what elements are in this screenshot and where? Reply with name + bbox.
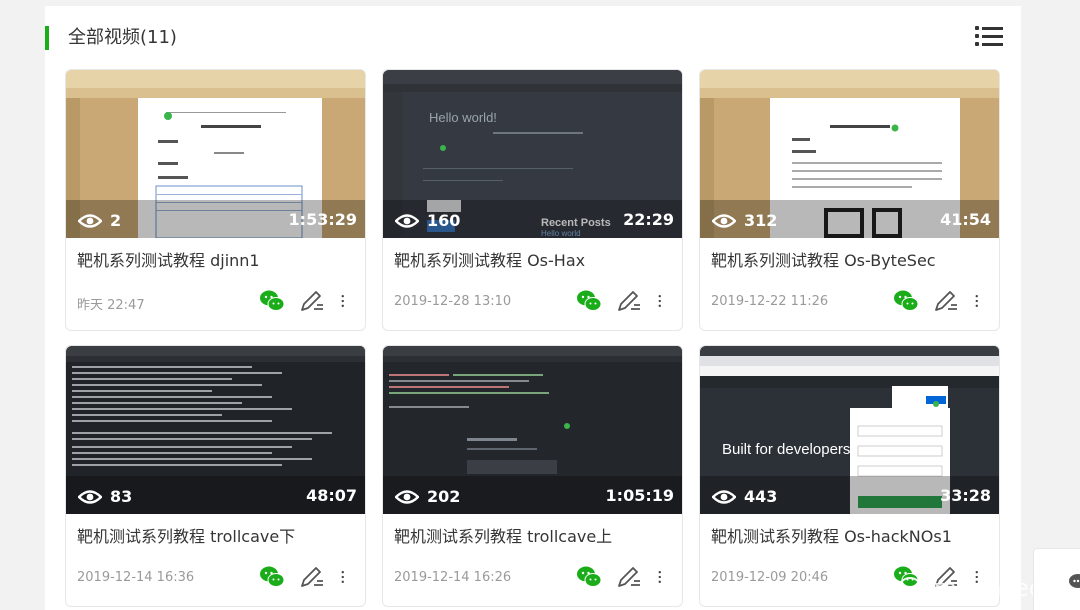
video-duration: 22:29 <box>623 210 674 229</box>
more-icon[interactable] <box>339 564 353 590</box>
eye-icon <box>712 489 736 504</box>
view-count-value: 202 <box>427 487 461 506</box>
video-card[interactable]: Built for developers 443 33:28 靶机测试系列教程 … <box>699 345 1000 607</box>
video-title[interactable]: 靶机系列测试教程 Os-Hax <box>394 247 585 271</box>
wechat-icon[interactable] <box>893 288 919 314</box>
video-title[interactable]: 靶机系列测试教程 Os-ByteSec <box>711 247 936 271</box>
video-title[interactable]: 靶机测试系列教程 trollcave下 <box>77 523 295 547</box>
view-count: 312 <box>712 211 777 230</box>
view-count-value: 83 <box>110 487 133 506</box>
more-icon[interactable] <box>656 564 670 590</box>
card-actions <box>259 288 353 314</box>
view-count: 83 <box>78 487 132 506</box>
view-count-value: 312 <box>744 211 778 230</box>
wechat-icon[interactable] <box>576 288 602 314</box>
video-duration: 41:54 <box>940 210 991 229</box>
thumb-built-text: Built for developers <box>722 441 850 458</box>
video-duration: 1:05:19 <box>605 486 674 505</box>
video-thumbnail[interactable]: Built for developers 443 33:28 <box>700 346 999 514</box>
video-date: 昨天 22:47 <box>77 298 145 313</box>
video-card[interactable]: 202 1:05:19 靶机测试系列教程 trollcave上 2019-12-… <box>382 345 683 607</box>
chat-icon <box>1069 574 1080 588</box>
video-card[interactable]: Hello world! Recent Posts Hello world 16… <box>382 69 683 331</box>
video-date: 2019-12-22 11:26 <box>711 294 829 309</box>
video-thumbnail[interactable]: 83 48:07 <box>66 346 365 514</box>
video-card[interactable]: 83 48:07 靶机测试系列教程 trollcave下 2019-12-14 … <box>65 345 366 607</box>
edit-icon[interactable] <box>933 288 959 314</box>
view-count: 160 <box>395 211 460 230</box>
card-actions <box>576 288 670 314</box>
eye-icon <box>712 213 736 228</box>
video-date: 2019-12-14 16:26 <box>394 570 512 585</box>
card-actions <box>259 564 353 590</box>
video-thumbnail[interactable]: 312 41:54 <box>700 70 999 238</box>
list-icon[interactable] <box>975 24 1003 50</box>
video-card[interactable]: 2 1:53:29 靶机系列测试教程 djinn1 昨天 22:47 <box>65 69 366 331</box>
edit-icon[interactable] <box>616 288 642 314</box>
view-count: 443 <box>712 487 777 506</box>
video-title[interactable]: 靶机测试系列教程 trollcave上 <box>394 523 612 547</box>
video-date: 2019-12-14 16:36 <box>77 570 195 585</box>
video-thumbnail[interactable]: 2 1:53:29 <box>66 70 365 238</box>
thumb-hello-text: Hello world! <box>429 110 497 125</box>
video-panel: 全部视频(11) 2 1:53:29 靶机系列测试教程 djinn1 昨天 22… <box>45 6 1021 610</box>
eye-icon <box>78 213 102 228</box>
video-card[interactable]: 312 41:54 靶机系列测试教程 Os-ByteSec 2019-12-22… <box>699 69 1000 331</box>
video-title[interactable]: 靶机系列测试教程 djinn1 <box>77 247 260 271</box>
edit-icon[interactable] <box>299 288 325 314</box>
card-actions <box>576 564 670 590</box>
side-feedback-tab[interactable] <box>1033 548 1080 610</box>
view-count-value: 2 <box>110 211 122 230</box>
wechat-icon[interactable] <box>576 564 602 590</box>
card-actions <box>893 288 987 314</box>
watermark: moonsec <box>898 574 1042 602</box>
edit-icon[interactable] <box>616 564 642 590</box>
wechat-watermark-icon <box>898 577 927 600</box>
view-count-value: 443 <box>744 487 778 506</box>
eye-icon <box>78 489 102 504</box>
eye-icon <box>395 213 419 228</box>
accent-bar <box>45 26 49 50</box>
eye-icon <box>395 489 419 504</box>
view-count: 202 <box>395 487 460 506</box>
watermark-text: moonsec <box>933 574 1042 602</box>
video-duration: 33:28 <box>940 486 991 505</box>
video-date: 2019-12-09 20:46 <box>711 570 829 585</box>
edit-icon[interactable] <box>299 564 325 590</box>
video-date: 2019-12-28 13:10 <box>394 294 512 309</box>
wechat-icon[interactable] <box>259 564 285 590</box>
video-duration: 1:53:29 <box>288 210 357 229</box>
more-icon[interactable] <box>656 288 670 314</box>
video-title[interactable]: 靶机测试系列教程 Os-hackNOs1 <box>711 523 952 547</box>
more-icon[interactable] <box>973 288 987 314</box>
view-count: 2 <box>78 211 121 230</box>
video-duration: 48:07 <box>306 486 357 505</box>
wechat-icon[interactable] <box>259 288 285 314</box>
video-thumbnail[interactable]: Hello world! Recent Posts Hello world 16… <box>383 70 682 238</box>
view-count-value: 160 <box>427 211 461 230</box>
video-thumbnail[interactable]: 202 1:05:19 <box>383 346 682 514</box>
section-header: 全部视频(11) <box>45 24 1021 52</box>
more-icon[interactable] <box>339 288 353 314</box>
section-title: 全部视频(11) <box>68 27 177 48</box>
